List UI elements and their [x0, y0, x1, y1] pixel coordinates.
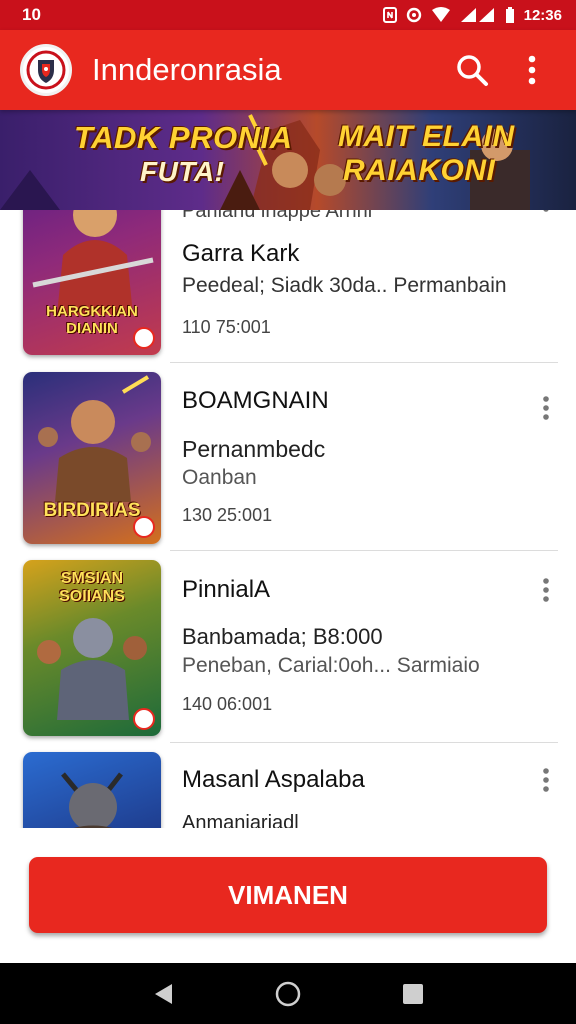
item-title: PinnialA [182, 576, 271, 603]
bottom-action-area: VIMANEN [0, 828, 576, 963]
search-icon [457, 55, 488, 86]
item-description: Oanban [182, 466, 257, 489]
item-more-button[interactable] [532, 760, 560, 800]
promo-banner[interactable]: TADK PRONIA FUTA! MAIT ELAIN RAIAKONI [0, 110, 576, 210]
status-icons: 12:36 [382, 6, 562, 24]
home-circle-icon [275, 981, 301, 1006]
item-more-button[interactable] [532, 570, 560, 610]
nav-recents-button[interactable] [393, 974, 433, 1014]
system-nav-bar [0, 963, 576, 1024]
recents-square-icon [403, 983, 424, 1004]
more-vert-icon [543, 578, 549, 602]
item-subtitle: Anmaniariadl [182, 812, 299, 828]
item-stat: 110 75:001 [182, 317, 271, 337]
item-more-button[interactable] [532, 388, 560, 428]
status-bar: 10 12:36 [0, 0, 576, 30]
divider [170, 362, 558, 363]
game-thumbnail[interactable]: SMSIAN SOIIANS [23, 560, 161, 736]
nav-back-button[interactable] [143, 974, 183, 1014]
app-bar: Innderonrasia [0, 30, 576, 110]
banner-headline-3: MAIT ELAIN [338, 120, 515, 153]
game-list: Parilanu inappe Arnhi HARGKKIAN DIANIN G… [0, 160, 576, 828]
signal-icon [460, 7, 496, 23]
list-item[interactable]: SMSIAN SOIIANS PinnialA Banbamada; B8:00… [0, 558, 576, 744]
banner-headline-2: FUTA! [140, 156, 225, 187]
list-item[interactable]: Masanl Aspalaba Anmaniariadl [0, 750, 576, 828]
status-time-left: 10 [22, 5, 41, 24]
banner-headline-4: RAIAKONI [343, 154, 496, 187]
back-triangle-icon [154, 983, 172, 1004]
item-stat: 140 06:001 [182, 694, 273, 714]
item-title: BOAMGNAIN [182, 387, 329, 414]
more-vert-icon [543, 768, 549, 792]
item-description: Peneban, Carial:0oh... Sarmiaio [182, 654, 480, 677]
primary-action-button[interactable]: VIMANEN [29, 857, 547, 933]
app-logo[interactable] [20, 44, 72, 96]
overflow-menu-button[interactable] [508, 46, 556, 94]
item-title: Masanl Aspalaba [182, 766, 365, 793]
game-thumbnail[interactable]: BIRDIRIAS [23, 372, 161, 544]
sync-icon [406, 7, 422, 23]
game-thumbnail[interactable] [23, 752, 161, 828]
wifi-icon [431, 7, 451, 23]
publisher-badge-icon [133, 327, 155, 349]
search-button[interactable] [448, 46, 496, 94]
app-screen: 10 12:36 Innderonrasia TADK PRONIA FUTA!… [0, 0, 576, 1024]
nfc-icon [382, 7, 397, 23]
publisher-badge-icon [133, 708, 155, 730]
shield-emblem-icon [26, 50, 66, 90]
banner-headline-1: TADK PRONIA [74, 120, 293, 155]
divider [170, 742, 558, 743]
item-stat: 130 25:001 [182, 505, 273, 525]
item-description: Peedeal; Siadk 30da.. Permanbain [182, 274, 507, 297]
divider [170, 550, 558, 551]
item-subtitle: Pernanmbedc [182, 436, 326, 462]
nav-home-button[interactable] [268, 974, 308, 1014]
item-subtitle: Banbamada; B8:000 [182, 624, 383, 649]
status-time-right: 12:36 [523, 6, 562, 24]
publisher-badge-icon [133, 516, 155, 538]
app-title: Innderonrasia [92, 52, 282, 87]
thumbnail-title: SMSIAN SOIIANS [59, 570, 125, 605]
more-vert-icon [543, 396, 549, 420]
more-vert-icon [528, 55, 536, 85]
list-item[interactable]: BIRDIRIAS BOAMGNAIN Pernanmbedc Oanban 1… [0, 370, 576, 551]
item-title: Garra Kark [182, 240, 300, 267]
warrior-artwork [61, 772, 123, 828]
battery-icon [505, 7, 515, 23]
